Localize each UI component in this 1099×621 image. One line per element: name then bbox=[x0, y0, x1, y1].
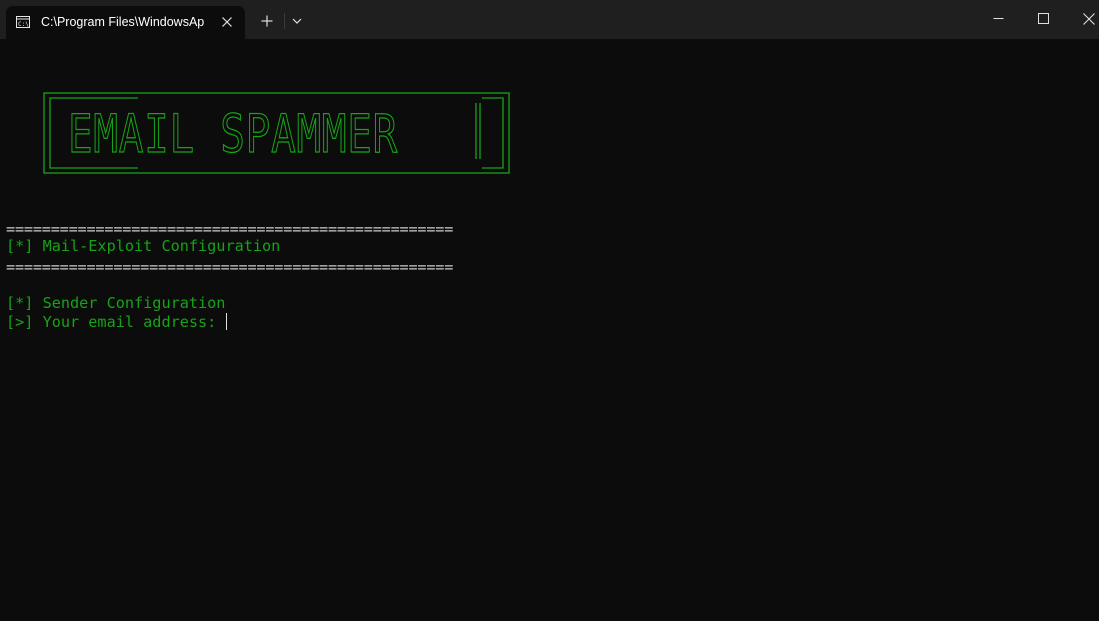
prompt-label: [>] Your email address: bbox=[6, 313, 226, 331]
close-window-icon bbox=[1083, 13, 1095, 25]
close-icon[interactable] bbox=[219, 14, 235, 30]
terminal-icon: C:\ bbox=[16, 16, 30, 28]
minimize-icon bbox=[993, 18, 1004, 19]
tab-active[interactable]: C:\ C:\Program Files\WindowsAp bbox=[6, 6, 245, 39]
minimize-button[interactable] bbox=[975, 0, 1021, 38]
tab-divider bbox=[284, 13, 285, 29]
header-line: [*] Mail-Exploit Configuration bbox=[6, 237, 281, 255]
ascii-banner: EMAIL SPAMMER bbox=[43, 92, 510, 174]
chevron-down-icon[interactable] bbox=[287, 10, 307, 32]
terminal-output[interactable]: EMAIL SPAMMER ==========================… bbox=[0, 39, 1099, 621]
title-bar: C:\ C:\Program Files\WindowsAp bbox=[0, 0, 1099, 39]
section-line: [*] Sender Configuration bbox=[6, 294, 226, 312]
prompt-line[interactable]: [>] Your email address: bbox=[6, 313, 228, 332]
text-cursor bbox=[226, 313, 228, 330]
separator-bottom: ========================================… bbox=[6, 258, 454, 276]
maximize-button[interactable] bbox=[1020, 0, 1066, 38]
tab-title: C:\Program Files\WindowsAp bbox=[41, 15, 205, 29]
maximize-icon bbox=[1038, 13, 1049, 24]
svg-text:C:\: C:\ bbox=[18, 21, 29, 28]
terminal-window: C:\ C:\Program Files\WindowsAp EMAIL SPA… bbox=[0, 0, 1099, 621]
close-window-button[interactable] bbox=[1065, 0, 1099, 38]
banner-title: EMAIL SPAMMER bbox=[68, 104, 398, 165]
plus-icon[interactable] bbox=[254, 10, 280, 32]
